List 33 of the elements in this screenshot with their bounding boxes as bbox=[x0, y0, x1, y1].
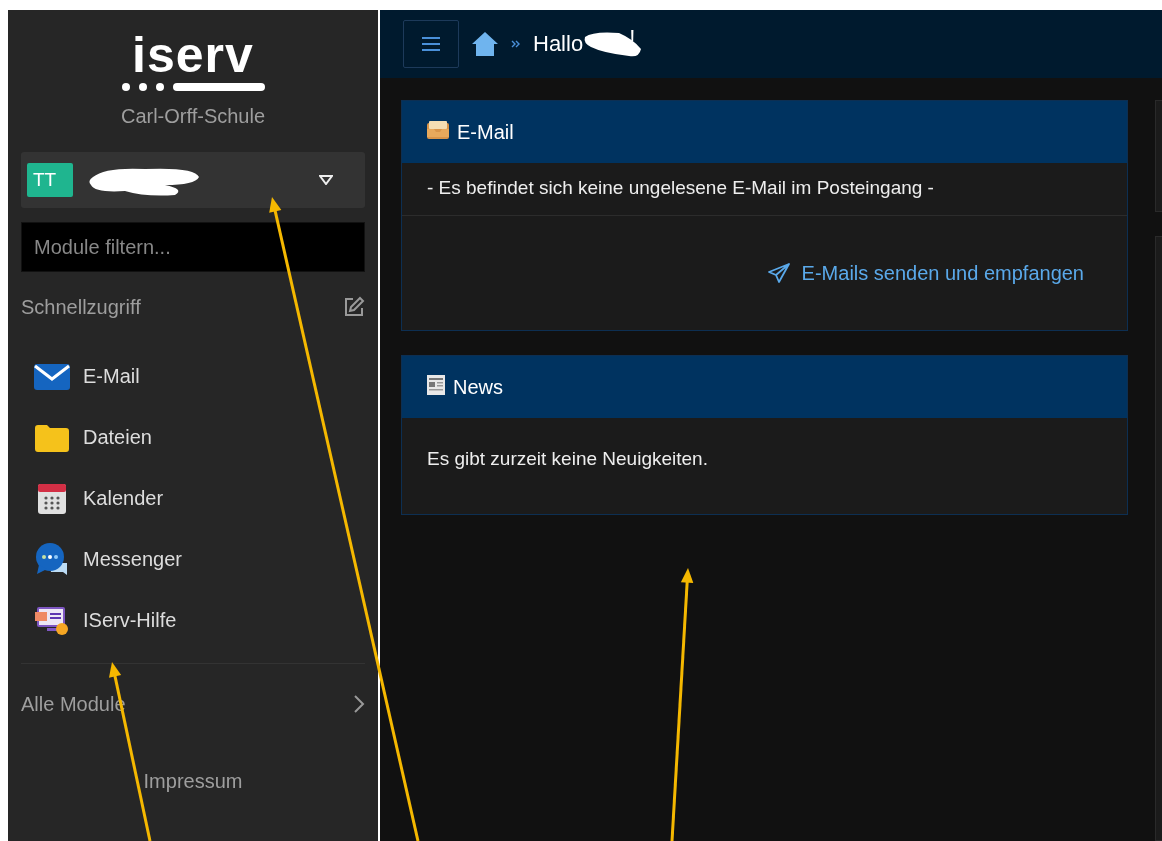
menu-button[interactable] bbox=[403, 20, 459, 68]
newspaper-icon bbox=[427, 374, 445, 395]
breadcrumb-separator-icon bbox=[511, 39, 521, 49]
paper-plane-icon bbox=[767, 263, 790, 283]
section-title: Schnellzugriff bbox=[21, 295, 142, 319]
module-filter-field[interactable]: Module filtern... bbox=[21, 222, 365, 272]
chevron-right-icon bbox=[353, 694, 365, 714]
logo-text: iserv bbox=[132, 32, 254, 78]
greeting-text: Hallo bbox=[533, 31, 584, 57]
user-avatar: TT bbox=[27, 163, 73, 197]
folder-icon bbox=[35, 423, 69, 452]
calendar-icon bbox=[37, 482, 67, 515]
edit-icon[interactable] bbox=[343, 296, 365, 318]
inbox-tray-icon bbox=[427, 120, 449, 139]
logo-dots-icon bbox=[121, 82, 265, 92]
monitor-icon bbox=[35, 605, 69, 636]
mail-link[interactable]: E-Mails senden und empfangen bbox=[767, 261, 1084, 285]
card-title: E-Mail bbox=[457, 120, 514, 144]
caret-icon bbox=[319, 175, 333, 185]
envelope-icon bbox=[34, 363, 70, 390]
home-icon[interactable] bbox=[471, 31, 499, 57]
menu-icon bbox=[421, 36, 441, 52]
module-link[interactable]: Kalender bbox=[21, 468, 365, 529]
chat-icon bbox=[35, 542, 69, 577]
card-title: News bbox=[453, 375, 503, 399]
imprint-link[interactable]: Impressum bbox=[143, 770, 243, 793]
module-link[interactable]: E-Mail bbox=[21, 346, 365, 407]
module-link[interactable]: Messenger bbox=[21, 529, 365, 590]
school-name: Carl-Orff-Schule bbox=[120, 105, 266, 128]
module-link[interactable]: IServ-Hilfe bbox=[21, 590, 365, 651]
card-message: - Es befindet sich keine ungelesene E-Mail im Posteingang - bbox=[426, 176, 935, 200]
module-link[interactable]: Dateien bbox=[21, 407, 365, 468]
card-message: Es gibt zurzeit keine Neuigkeiten. bbox=[426, 447, 709, 471]
